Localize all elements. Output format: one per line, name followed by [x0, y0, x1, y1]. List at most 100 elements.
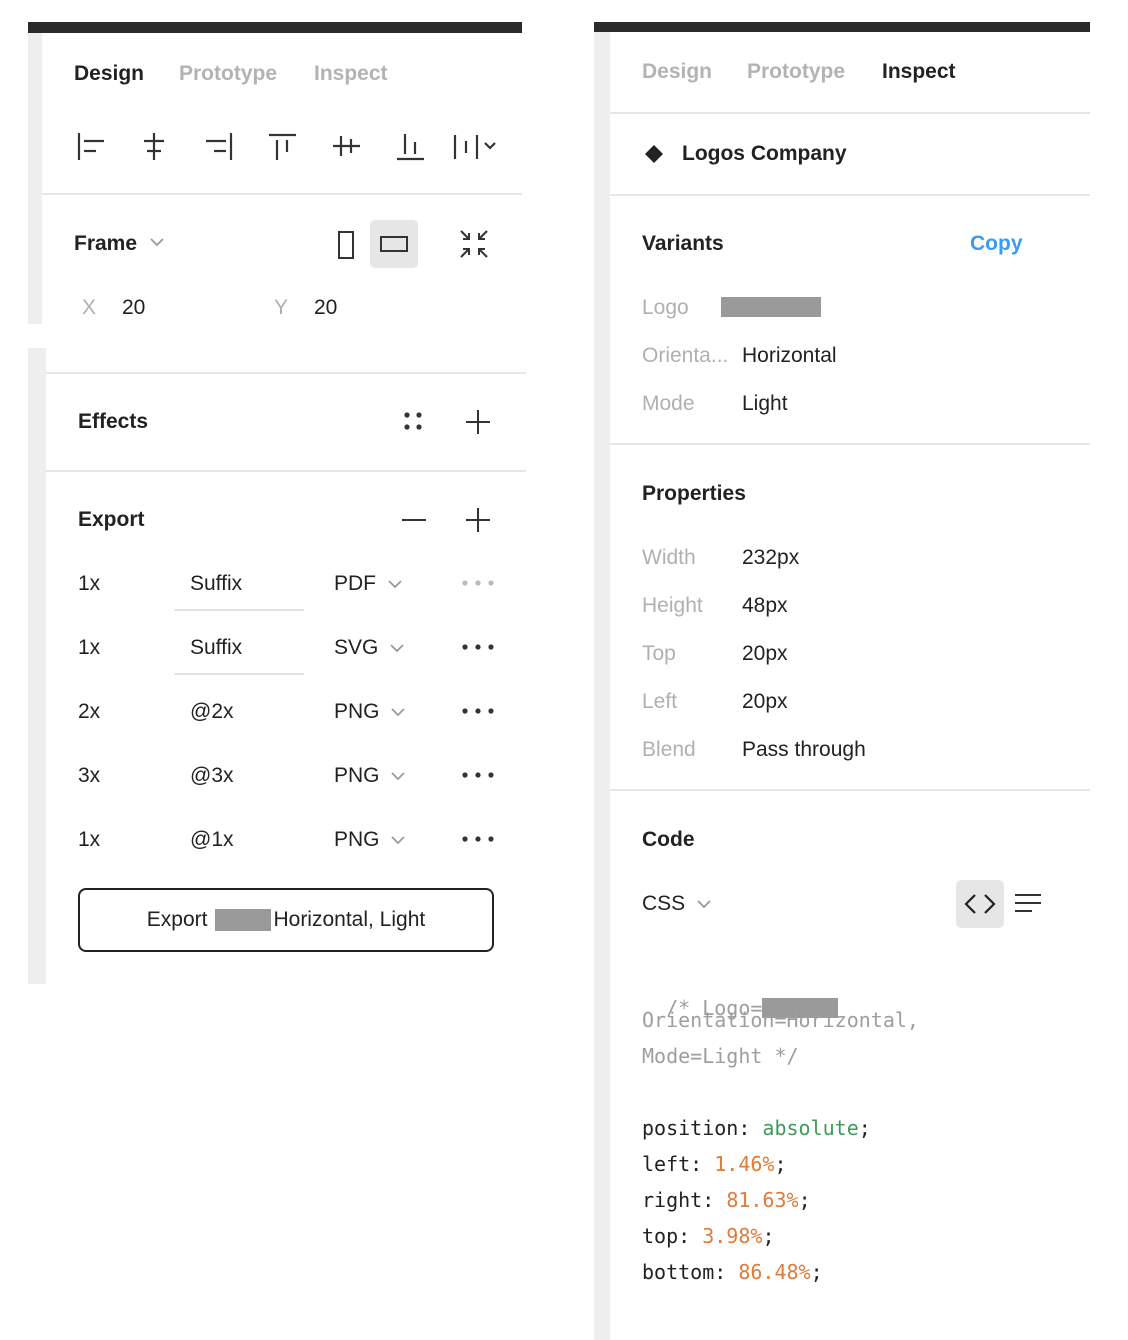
code-declaration: left: 1.46%;	[642, 1152, 787, 1176]
y-field[interactable]: 20	[314, 296, 337, 320]
tab-design[interactable]: Design	[642, 60, 712, 84]
more-options-icon[interactable]	[461, 576, 495, 590]
tab-prototype[interactable]: Prototype	[179, 62, 277, 86]
code-comment-line: Orientation=Horizontal,	[642, 1008, 919, 1032]
variant-label-logo: Logo	[642, 296, 689, 319]
code-value: 1.46%	[714, 1152, 775, 1176]
more-options-icon[interactable]	[461, 704, 495, 718]
align-left-icon[interactable]	[76, 132, 106, 162]
frame-title[interactable]: Frame	[74, 232, 137, 256]
export-format-select[interactable]: PNG	[334, 700, 380, 724]
property-label-width: Width	[642, 546, 696, 569]
code-comment-line: Mode=Light */	[642, 1044, 799, 1068]
export-format-select[interactable]: PNG	[334, 828, 380, 852]
code-language-select[interactable]: CSS	[642, 892, 685, 916]
y-label: Y	[274, 296, 289, 319]
tab-inspect[interactable]: Inspect	[882, 60, 956, 84]
divider	[46, 372, 526, 374]
code-property: top	[642, 1224, 679, 1248]
x-label: X	[82, 296, 97, 319]
tab-design[interactable]: Design	[74, 62, 144, 86]
export-suffix-input[interactable]: @3x	[190, 764, 234, 788]
code-declaration: right: 81.63%;	[642, 1188, 811, 1212]
property-value-blend[interactable]: Pass through	[742, 738, 866, 762]
tab-prototype[interactable]: Prototype	[747, 60, 845, 84]
code-value: 86.48%	[738, 1260, 811, 1284]
chevron-down-icon[interactable]	[150, 238, 164, 247]
chevron-down-icon[interactable]	[391, 708, 405, 717]
property-value-height[interactable]: 48px	[742, 594, 788, 618]
code-property: right	[642, 1188, 703, 1212]
export-button-suffix: Horizontal, Light	[273, 908, 426, 931]
variant-value-orientation: Horizontal	[742, 344, 837, 367]
more-options-icon[interactable]	[461, 768, 495, 782]
properties-title: Properties	[642, 482, 746, 505]
divider	[46, 470, 526, 472]
chevron-down-icon[interactable]	[390, 644, 404, 653]
code-property: left	[642, 1152, 691, 1176]
export-suffix-input[interactable]: Suffix	[190, 572, 242, 596]
suffix-underline	[174, 673, 304, 675]
code-property: bottom	[642, 1260, 715, 1284]
variant-value-mode: Light	[742, 392, 788, 415]
export-format-select[interactable]: SVG	[334, 636, 378, 660]
code-value: 81.63%	[726, 1188, 799, 1212]
redacted-logo-name	[215, 909, 272, 931]
x-field[interactable]: 20	[122, 296, 145, 320]
code-view-button[interactable]	[956, 880, 1004, 928]
tab-inspect[interactable]: Inspect	[314, 62, 388, 86]
export-format-select[interactable]: PDF	[334, 572, 376, 596]
export-button-prefix: Export	[146, 908, 208, 931]
export-suffix-input[interactable]: @2x	[190, 700, 234, 724]
property-value-top[interactable]: 20px	[742, 642, 788, 666]
chevron-down-icon[interactable]	[697, 900, 711, 909]
code-value: 3.98%	[702, 1224, 763, 1248]
more-options-icon[interactable]	[461, 832, 495, 846]
more-options-icon[interactable]	[461, 640, 495, 654]
code-title: Code	[642, 828, 695, 851]
export-button[interactable]: Export Horizontal, Light	[78, 888, 494, 952]
distribute-icon[interactable]	[452, 132, 500, 162]
export-scale[interactable]: 1x	[78, 572, 100, 596]
chevron-down-icon[interactable]	[391, 772, 405, 781]
export-scale[interactable]: 1x	[78, 828, 100, 852]
landscape-frame-button[interactable]	[370, 220, 418, 268]
left-panel-top-bar	[28, 22, 522, 33]
component-name: Logos Company	[682, 142, 847, 165]
align-top-icon[interactable]	[268, 132, 298, 162]
redacted-logo-value	[721, 297, 821, 317]
align-vertical-center-icon[interactable]	[332, 132, 362, 162]
divider	[610, 112, 1090, 114]
export-suffix-input[interactable]: Suffix	[190, 636, 242, 660]
export-format-select[interactable]: PNG	[334, 764, 380, 788]
resize-to-fit-icon[interactable]	[458, 228, 490, 260]
property-value-left[interactable]: 20px	[742, 690, 788, 714]
divider	[610, 194, 1090, 196]
portrait-frame-icon[interactable]	[336, 230, 356, 260]
list-view-icon[interactable]	[1014, 892, 1042, 916]
property-value-width[interactable]: 232px	[742, 546, 799, 570]
divider	[42, 193, 522, 195]
copy-variants-button[interactable]: Copy	[970, 232, 1023, 256]
export-scale[interactable]: 3x	[78, 764, 100, 788]
export-title: Export	[78, 508, 145, 531]
variants-title: Variants	[642, 232, 724, 255]
styles-grid-icon[interactable]	[402, 410, 426, 434]
align-right-icon[interactable]	[204, 132, 234, 162]
left-panel-gutter	[28, 348, 46, 984]
add-effect-icon[interactable]	[465, 409, 491, 435]
chevron-down-icon[interactable]	[391, 836, 405, 845]
chevron-down-icon[interactable]	[388, 580, 402, 589]
variant-label-mode: Mode	[642, 392, 695, 415]
variant-label-orientation: Orienta...	[642, 344, 729, 367]
code-value: absolute	[762, 1116, 859, 1140]
add-export-icon[interactable]	[465, 507, 491, 533]
export-suffix-input[interactable]: @1x	[190, 828, 234, 852]
code-declaration: bottom: 86.48%;	[642, 1260, 823, 1284]
remove-export-icon[interactable]	[401, 507, 427, 533]
export-scale[interactable]: 2x	[78, 700, 100, 724]
align-horizontal-center-icon[interactable]	[140, 132, 170, 162]
export-scale[interactable]: 1x	[78, 636, 100, 660]
align-bottom-icon[interactable]	[396, 132, 426, 162]
divider	[610, 443, 1090, 445]
